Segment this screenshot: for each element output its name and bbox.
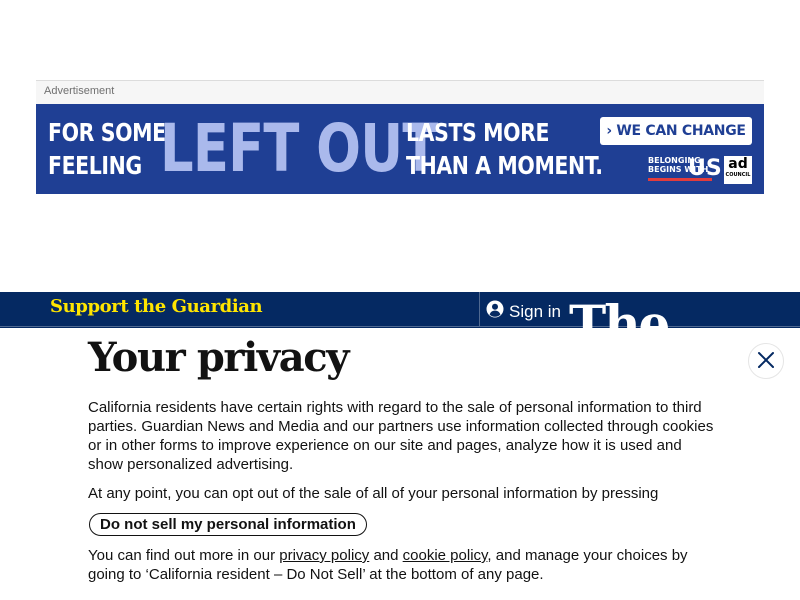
ad-headline-right: LASTS MORE THAN A MOMENT. [406, 116, 603, 182]
ad-big-text: LEFT OUT [160, 110, 438, 187]
cookie-policy-link[interactable]: cookie policy [403, 547, 488, 564]
advertisement-label: Advertisement [36, 80, 764, 104]
ad-line-1: FOR SOME, [48, 118, 174, 147]
close-button[interactable] [748, 343, 784, 379]
advertisement-slot: Advertisement FOR SOME, FEELING LEFT OUT… [36, 80, 764, 194]
paragraph-3-intro: You can find out more in our [88, 547, 276, 564]
ad-line-3: LASTS MORE [406, 118, 550, 147]
ad-council-ad: ad [728, 156, 748, 172]
support-guardian-link[interactable]: Support the Guardian [50, 296, 263, 317]
ad-banner[interactable]: FOR SOME, FEELING LEFT OUT LASTS MORE TH… [36, 104, 764, 194]
header-divider [0, 326, 800, 327]
privacy-policy-link[interactable]: privacy policy [279, 547, 369, 564]
privacy-paragraph-1: California residents have certain rights… [88, 399, 714, 473]
belonging-stripe [648, 178, 712, 181]
user-icon [486, 300, 504, 323]
ad-council-logo: ad COUNCIL [724, 156, 752, 184]
ad-headline-left: FOR SOME, FEELING [48, 116, 173, 182]
privacy-modal: Your privacy California residents have c… [0, 328, 800, 600]
ad-council-word: COUNCIL [725, 172, 751, 178]
do-not-sell-button[interactable]: Do not sell my personal information [89, 513, 367, 536]
ad-cta-button[interactable]: › WE CAN CHANGE THAT [600, 117, 752, 167]
belonging-logo: BELONGING BEGINS WITH US [648, 156, 722, 184]
privacy-paragraph-3: You can find out more in our privacy pol… [88, 546, 720, 584]
close-icon [757, 351, 775, 372]
header-vertical-divider [479, 292, 480, 326]
privacy-paragraph-2: At any point, you can opt out of the sal… [88, 485, 659, 502]
ad-line-2: FEELING [48, 151, 142, 180]
privacy-title: Your privacy [88, 334, 349, 381]
paragraph-3-and: and [373, 547, 399, 564]
ad-line-4: THAN A MOMENT. [406, 151, 603, 180]
sign-in-label: Sign in [509, 301, 561, 321]
sign-in-link[interactable]: Sign in [486, 300, 561, 323]
